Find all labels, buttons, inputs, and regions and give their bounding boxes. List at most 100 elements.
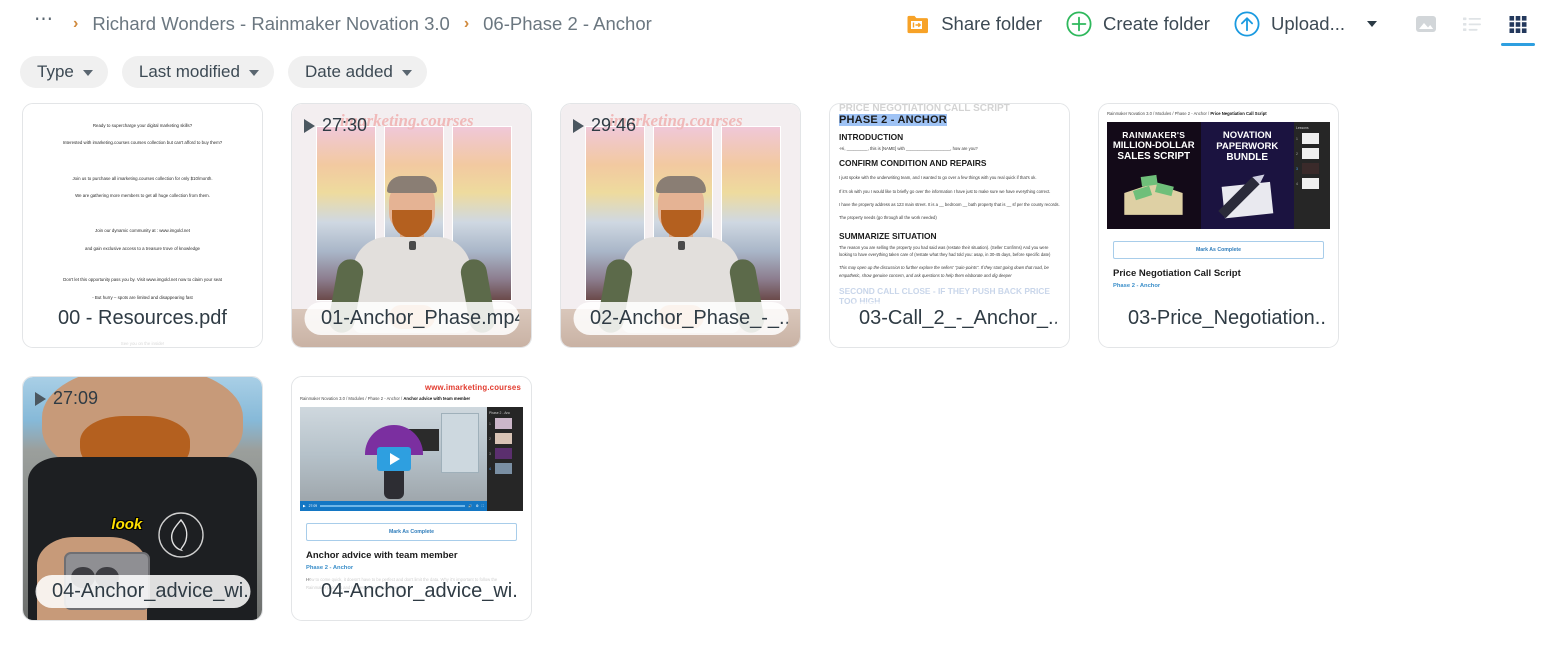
mark-as-complete-button[interactable]: Mark As Complete [1113, 241, 1324, 259]
pdf-line: Interested with imarketing.courses cours… [62, 140, 223, 146]
duration-text: 29:46 [591, 115, 637, 135]
chevron-down-icon [82, 70, 93, 76]
cover-line: RAINMAKER'S [1122, 130, 1186, 140]
player-controls[interactable]: ▶ 27:09 🔊 ⚙ ⛶ [300, 501, 487, 511]
file-card-resources-pdf[interactable]: Ready to supercharge your digital market… [22, 103, 263, 348]
lms-sidebar-item[interactable]: 4 [489, 463, 521, 474]
file-name-label: 01-Anchor_Phase.mp4 [304, 302, 519, 335]
video-duration: 27:30 [304, 115, 367, 136]
file-name-label: 03-Price_Negotiation... [1111, 302, 1326, 335]
lms-media-row: RAINMAKER'S MILLION-DOLLAR SALES SCRIPT [1107, 122, 1330, 229]
cover-line: MILLION-DOLLAR [1112, 140, 1195, 151]
plus-circle-icon [1066, 10, 1092, 37]
doc-section-body: -Hi, _________, this is [NAME] with ____… [839, 146, 978, 151]
file-card-03-call-2-anchor[interactable]: PRICE NEGOTIATION CALL SCRIPT PHASE 2 - … [829, 103, 1070, 348]
upload-label: Upload... [1270, 12, 1345, 34]
gallery-view-button[interactable] [1403, 0, 1449, 47]
filter-last-modified-label: Last modified [138, 62, 240, 81]
create-folder-label: Create folder [1103, 12, 1210, 34]
lms-lesson-subtitle: Phase 2 - Anchor [1113, 283, 1161, 289]
play-button[interactable] [376, 447, 411, 471]
chevron-down-icon [248, 70, 259, 76]
cover-line: NOVATION [1222, 130, 1272, 141]
lms-media-row: ▶ 27:09 🔊 ⚙ ⛶ Phase 2 - Anc 1 2 3 4 [300, 407, 523, 511]
mark-as-complete-button[interactable]: Mark As Complete [306, 523, 517, 541]
cover-sales-script: RAINMAKER'S MILLION-DOLLAR SALES SCRIPT [1107, 122, 1201, 229]
file-card-04-anchor-advice-video[interactable]: look 27:09 04-Anchor_advice_wi... [22, 376, 263, 621]
lms-sidebar: Phase 2 - Anc 1 2 3 4 [487, 407, 523, 511]
pdf-line: Join us to purchase all imarketing.cours… [72, 175, 213, 181]
breadcrumb-separator-icon: › [463, 14, 470, 32]
lms-sidebar-item[interactable]: 1 [1296, 133, 1328, 144]
share-folder-button[interactable]: Share folder [894, 9, 1054, 39]
shirt-logo-icon [158, 511, 204, 558]
video-player[interactable]: ▶ 27:09 🔊 ⚙ ⛶ [300, 407, 487, 511]
lms-sidebar-header: Lessons [1296, 126, 1309, 130]
doc-paragraph: If it's ok with you I would like to brie… [839, 188, 1051, 194]
video-duration: 29:46 [573, 115, 636, 136]
filter-bar: Type Last modified Date added [0, 47, 1555, 91]
list-view-button[interactable] [1449, 0, 1495, 47]
lms-sidebar-header: Phase 2 - Anc [489, 411, 511, 415]
doc-title: PHASE 2 - ANCHOR [839, 114, 947, 126]
lms-breadcrumb-current: Price Negotiation Call Script [1210, 111, 1267, 116]
lms-sidebar-item[interactable]: 2 [1296, 148, 1328, 159]
pdf-line: See you on the inside! [120, 340, 165, 346]
filter-date-added-label: Date added [304, 62, 393, 81]
lms-sidebar-item[interactable]: 1 [489, 418, 521, 429]
doc-section-heading: CONFIRM CONDITION AND REPAIRS [839, 158, 987, 169]
active-view-underline [1501, 43, 1535, 46]
chevron-down-icon [401, 70, 412, 76]
duration-text: 27:30 [322, 115, 368, 135]
doc-summary-heading: SUMMARIZE SITUATION [839, 230, 937, 241]
lms-sidebar-item[interactable]: 4 [1296, 178, 1328, 189]
pen-document-art [1218, 174, 1274, 219]
cover-paperwork-bundle: NOVATION PAPERWORK BUNDLE [1200, 122, 1294, 229]
create-folder-button[interactable]: Create folder [1054, 7, 1222, 41]
player-settings-icon[interactable]: ⚙ [476, 504, 479, 508]
player-play-icon[interactable]: ▶ [303, 504, 306, 508]
pdf-line: and gain exclusive access to a treasure … [85, 245, 200, 251]
pdf-line: We are gathering more members to get all… [75, 193, 210, 199]
file-card-01-anchor-phase[interactable]: imarketing.courses 27:30 01-Anchor_Phase… [291, 103, 532, 348]
lms-sidebar: Lessons 1 2 3 4 [1294, 122, 1330, 229]
upload-button[interactable]: Upload... [1222, 7, 1357, 41]
lms-sidebar-item[interactable]: 2 [489, 433, 521, 444]
play-icon [35, 391, 46, 406]
lms-sidebar-item[interactable]: 3 [489, 448, 521, 459]
file-card-02-anchor-phase[interactable]: imarketing.courses 29:46 02-Anchor_Phase… [560, 103, 801, 348]
player-volume-icon[interactable]: 🔊 [468, 504, 472, 508]
breadcrumb-item-root[interactable]: Richard Wonders - Rainmaker Novation 3.0 [92, 13, 449, 35]
pdf-line-link: Join our dynamic community at : www.imgo… [95, 228, 190, 234]
lms-breadcrumb: Rainmaker Novation 3.0 / Modules / Phase… [300, 396, 523, 401]
lms-lesson-title: Price Negotiation Call Script [1113, 268, 1241, 279]
file-name-label: 03-Call_2_-_Anchor_... [842, 302, 1057, 335]
share-folder-label: Share folder [941, 12, 1042, 34]
file-card-04-anchor-advice-doc[interactable]: www.imarketing.courses Rainmaker Novatio… [291, 376, 532, 621]
doc-summary-body: The reason you are selling the property … [839, 244, 1051, 258]
pdf-line-link: Don't let this opportunity pass you by. … [63, 277, 222, 283]
duration-text: 27:09 [53, 388, 99, 408]
file-card-03-price-negotiation[interactable]: Rainmaker Novation 3.0 / Modules / Phase… [1098, 103, 1339, 348]
lms-sidebar-item[interactable]: 3 [1296, 163, 1328, 174]
upload-circle-icon [1234, 10, 1260, 37]
upload-dropdown-caret-icon[interactable] [1367, 20, 1377, 27]
grid-view-icon [1509, 15, 1527, 33]
ellipsis-icon[interactable]: ⋯ [30, 10, 59, 32]
play-icon [573, 118, 584, 133]
doc-summary-italic: This may open up the discussion to furth… [839, 265, 1049, 278]
breadcrumb-item-current[interactable]: 06-Phase 2 - Anchor [483, 13, 652, 35]
file-name-label: 02-Anchor_Phase_-_... [573, 302, 788, 335]
filter-type-button[interactable]: Type [20, 56, 108, 88]
filter-date-added-button[interactable]: Date added [287, 56, 427, 88]
player-progress-bar[interactable] [320, 505, 466, 507]
cover-line: PAPERWORK [1216, 141, 1279, 152]
filter-last-modified-button[interactable]: Last modified [121, 56, 274, 88]
money-folder-art [1124, 174, 1183, 215]
lms-breadcrumb-path: Rainmaker Novation 3.0 / Modules / Phase… [300, 396, 404, 401]
lms-breadcrumb-current: Anchor advice with team member [403, 396, 471, 401]
grid-view-button[interactable] [1495, 0, 1541, 47]
image-view-icon [1416, 15, 1436, 32]
player-fullscreen-icon[interactable]: ⛶ [482, 504, 484, 508]
pdf-line: - But hurry – spots are limited and disa… [92, 294, 193, 300]
